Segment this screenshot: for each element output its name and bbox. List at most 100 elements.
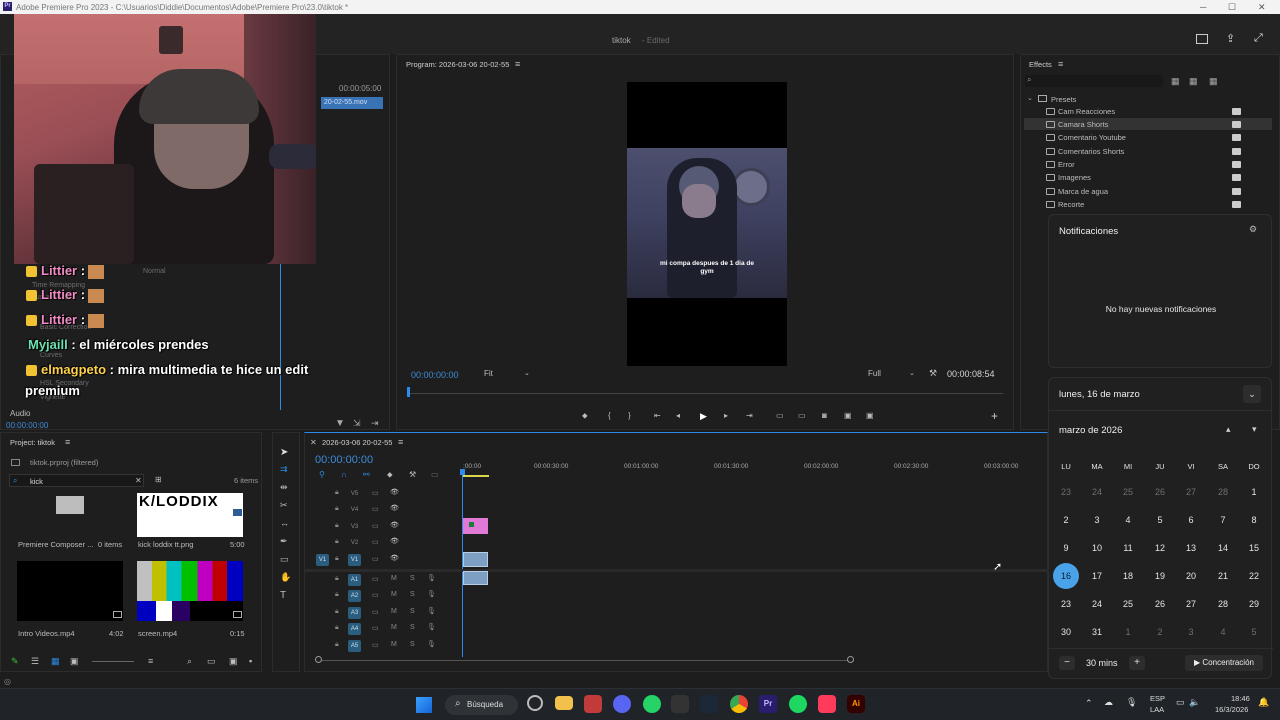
video-track-header[interactable]: 🔒︎ V2 ▭ 👁︎ bbox=[310, 535, 455, 551]
playhead-handle[interactable] bbox=[460, 469, 465, 475]
find-icon[interactable]: ⌕ bbox=[187, 656, 192, 667]
panel-menu-icon[interactable]: ≡ bbox=[398, 437, 403, 447]
solo-button[interactable]: S bbox=[410, 608, 415, 615]
calendar-day[interactable]: 2 bbox=[1052, 510, 1080, 530]
discord-icon[interactable] bbox=[613, 695, 631, 713]
sync-lock-icon[interactable]: ▭ bbox=[372, 624, 379, 632]
sync-lock-icon[interactable]: ▭ bbox=[372, 555, 379, 563]
mute-button[interactable]: M bbox=[391, 591, 397, 598]
calendar-day[interactable]: 29 bbox=[1240, 594, 1268, 614]
calendar-day[interactable]: 4 bbox=[1209, 622, 1237, 642]
calendar-day[interactable]: 8 bbox=[1240, 510, 1268, 530]
program-scrubber[interactable] bbox=[409, 393, 1003, 394]
minimize-button[interactable]: ─ bbox=[1200, 2, 1206, 12]
calendar-day[interactable]: 19 bbox=[1146, 566, 1174, 586]
mark-in-icon[interactable]: { bbox=[608, 411, 611, 420]
spotify-icon[interactable] bbox=[789, 695, 807, 713]
preset-item[interactable]: Comentario Youtube bbox=[1058, 133, 1126, 142]
mute-button[interactable]: M bbox=[391, 624, 397, 631]
icon-view-icon[interactable]: ▦ bbox=[51, 656, 60, 667]
slip-icon[interactable]: ↔ bbox=[280, 518, 289, 528]
time-ruler[interactable]: :00:00 00:00:30:00 00:01:00:00 00:01:30:… bbox=[463, 461, 1049, 477]
chevron-up-icon[interactable]: ⌃ bbox=[1085, 698, 1093, 709]
mute-button[interactable]: M bbox=[391, 608, 397, 615]
effects-search-input[interactable]: ⌕ bbox=[1025, 75, 1163, 87]
calendar-day[interactable]: 3 bbox=[1083, 510, 1111, 530]
whatsapp-icon[interactable] bbox=[643, 695, 661, 713]
track-label[interactable]: V1 bbox=[348, 554, 361, 566]
share-icon[interactable]: ⇪ bbox=[1226, 32, 1235, 45]
lock-icon[interactable]: 🔒︎ bbox=[335, 522, 339, 530]
calendar-day[interactable]: 31 bbox=[1083, 622, 1111, 642]
timeline-timecode[interactable]: 00:00:00:00 bbox=[315, 454, 373, 466]
calendar-day[interactable]: 12 bbox=[1146, 538, 1174, 558]
calendar-day[interactable]: 18 bbox=[1114, 566, 1142, 586]
file-explorer-icon[interactable] bbox=[555, 696, 573, 710]
video-track-header[interactable]: 🔒︎ V3 ▭ 👁︎ bbox=[310, 519, 455, 535]
step-back-icon[interactable]: ◂ bbox=[676, 411, 680, 420]
sync-lock-icon[interactable]: ▭ bbox=[372, 641, 379, 649]
close-button[interactable]: ✕ bbox=[1258, 2, 1266, 13]
chevron-down-icon[interactable]: ⌄ bbox=[1027, 94, 1033, 102]
calendar-day[interactable]: 6 bbox=[1177, 510, 1205, 530]
calendar-day[interactable]: 1 bbox=[1114, 622, 1142, 642]
source-patch[interactable]: V1 bbox=[316, 554, 329, 566]
track-label[interactable]: A1 bbox=[348, 574, 361, 586]
sort-icon[interactable]: ≡ bbox=[148, 656, 153, 666]
calendar-day[interactable]: 7 bbox=[1209, 510, 1237, 530]
calendar-day[interactable]: 17 bbox=[1083, 566, 1111, 586]
sync-lock-icon[interactable]: ▭ bbox=[372, 489, 379, 497]
network-icon[interactable]: ▭ bbox=[1176, 697, 1185, 708]
play-icon[interactable]: ▶ bbox=[700, 411, 707, 422]
new-item-icon[interactable]: ▣ bbox=[229, 656, 238, 667]
tiktok-icon[interactable] bbox=[818, 695, 836, 713]
solo-button[interactable]: S bbox=[410, 591, 415, 598]
calendar-day[interactable]: 16 bbox=[1053, 563, 1079, 589]
preset-item[interactable]: Error bbox=[1058, 160, 1075, 169]
calendar-day[interactable]: 24 bbox=[1083, 482, 1111, 502]
preset-item[interactable]: Imagenes bbox=[1058, 173, 1091, 182]
calendar-day[interactable]: 9 bbox=[1052, 538, 1080, 558]
accelerated-filter-icon[interactable]: ▦ bbox=[1171, 76, 1180, 87]
lock-icon[interactable]: 🔒︎ bbox=[335, 555, 339, 563]
calendar-day[interactable]: 25 bbox=[1114, 482, 1142, 502]
audio-track-header[interactable]: 🔒︎ A2 ▭ M S 🎙︎ bbox=[310, 588, 455, 604]
go-to-out-icon[interactable]: ⇥ bbox=[746, 411, 753, 420]
premiere-taskbar-icon[interactable]: Pr bbox=[759, 695, 777, 713]
new-bin-icon[interactable]: ⊞ bbox=[155, 475, 162, 484]
illustrator-icon[interactable]: Ai bbox=[847, 695, 865, 713]
audio-track-header[interactable]: 🔒︎ A3 ▭ M S 🎙︎ bbox=[310, 605, 455, 621]
lock-icon[interactable]: 🔒︎ bbox=[335, 591, 339, 599]
camera-icon[interactable]: ◙ bbox=[822, 411, 827, 420]
calendar-day[interactable]: 15 bbox=[1240, 538, 1268, 558]
microphone-icon[interactable]: 🎙︎ bbox=[427, 623, 436, 631]
razor-icon[interactable]: ✂ bbox=[280, 500, 288, 511]
track-label[interactable]: V2 bbox=[348, 537, 361, 549]
project-item[interactable] bbox=[17, 493, 123, 537]
calendar-day[interactable]: 10 bbox=[1083, 538, 1111, 558]
eye-icon[interactable]: 👁︎ bbox=[390, 521, 399, 529]
calendar-day[interactable]: 27 bbox=[1177, 482, 1205, 502]
sync-lock-icon[interactable]: ▭ bbox=[372, 505, 379, 513]
calendar-day[interactable]: 26 bbox=[1146, 594, 1174, 614]
microphone-icon[interactable]: 🎙︎ bbox=[427, 574, 436, 582]
volume-icon[interactable]: 🔈 bbox=[1189, 697, 1200, 708]
taskbar-search[interactable]: ⌕ Búsqueda bbox=[445, 695, 518, 715]
sync-lock-icon[interactable]: ▭ bbox=[372, 538, 379, 546]
track-label[interactable]: A4 bbox=[348, 623, 361, 635]
app-icon[interactable] bbox=[584, 695, 602, 713]
lock-icon[interactable]: 🔒︎ bbox=[335, 608, 339, 616]
track-label[interactable]: A5 bbox=[348, 640, 361, 652]
program-header[interactable]: Program: 2026-03-06 20-02-55 bbox=[406, 60, 509, 69]
panel-menu-icon[interactable]: ≡ bbox=[65, 437, 70, 447]
clear-search-icon[interactable]: ✕ bbox=[135, 476, 142, 485]
track-select-icon[interactable]: ⇉ bbox=[280, 464, 288, 475]
clock-time[interactable]: 18:46 bbox=[1231, 694, 1250, 703]
bell-icon[interactable]: 🔔 bbox=[1258, 697, 1269, 708]
yuv-filter-icon[interactable]: ▦ bbox=[1209, 76, 1218, 87]
sync-lock-icon[interactable]: ▭ bbox=[372, 608, 379, 616]
effects-header[interactable]: Effects bbox=[1029, 60, 1052, 69]
track-label[interactable]: A3 bbox=[348, 607, 361, 619]
preset-item[interactable]: Comentarios Shorts bbox=[1058, 147, 1124, 156]
track-label[interactable]: V3 bbox=[348, 521, 361, 533]
